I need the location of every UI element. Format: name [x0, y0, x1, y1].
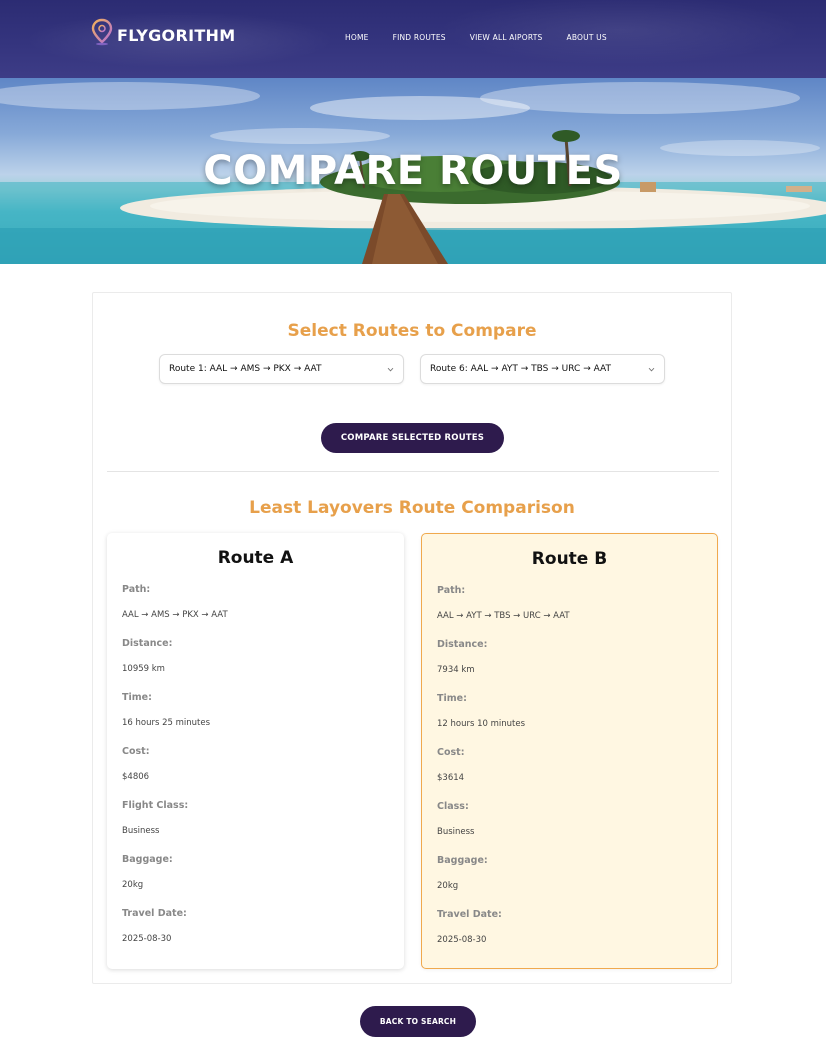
field-label: Travel Date: — [122, 908, 187, 919]
section-divider — [107, 471, 719, 472]
route-a-distance: Distance: 10959 km — [122, 638, 172, 674]
route-a-flight-class: Flight Class: Business — [122, 800, 188, 836]
field-label: Time: — [437, 693, 467, 704]
route-b-class: Class: Business — [437, 801, 474, 837]
route-a-cost: Cost: $4806 — [122, 746, 150, 782]
route-select-a[interactable]: Route 1: AAL → AMS → PKX → AAT — [159, 354, 404, 384]
field-label: Time: — [122, 692, 152, 703]
route-b-card: Route B Path: AAL → AYT → TBS → URC → AA… — [421, 533, 718, 969]
field-value: 10959 km — [122, 664, 165, 674]
route-select-b-value: Route 6: AAL → AYT → TBS → URC → AAT — [430, 364, 611, 374]
map-pin-icon — [91, 18, 113, 46]
field-value: AAL → AMS → PKX → AAT — [122, 610, 228, 620]
comparison-heading: Least Layovers Route Comparison — [249, 498, 575, 518]
route-b-time: Time: 12 hours 10 minutes — [437, 693, 525, 729]
route-b-baggage: Baggage: 20kg — [437, 855, 488, 891]
brand-logo[interactable]: FLYGORITHM — [91, 18, 235, 46]
route-a-heading: Route A — [217, 548, 294, 568]
field-value: $3614 — [437, 773, 465, 783]
field-value: 20kg — [122, 880, 144, 890]
compare-panel: Select Routes to Compare Route 1: AAL → … — [92, 292, 732, 984]
back-to-search-button[interactable]: BACK TO SEARCH — [360, 1006, 476, 1037]
field-label: Cost: — [122, 746, 150, 757]
field-label: Path: — [437, 585, 466, 596]
route-a-path: Path: AAL → AMS → PKX → AAT — [122, 584, 228, 620]
nav-find-routes-link[interactable]: FIND ROUTES — [393, 33, 446, 42]
chevron-down-icon — [387, 367, 394, 372]
route-select-a-value: Route 1: AAL → AMS → PKX → AAT — [169, 364, 322, 374]
route-a-card: Route A Path: AAL → AMS → PKX → AAT Dist… — [107, 533, 404, 969]
route-a-travel-date: Travel Date: 2025-08-30 — [122, 908, 187, 944]
field-label: Distance: — [122, 638, 173, 649]
field-label: Baggage: — [437, 855, 488, 866]
route-a-time: Time: 16 hours 25 minutes — [122, 692, 210, 728]
route-b-travel-date: Travel Date: 2025-08-30 — [437, 909, 502, 945]
nav-home-link[interactable]: HOME — [345, 33, 369, 42]
chevron-down-icon — [648, 367, 655, 372]
field-label: Flight Class: — [122, 800, 189, 811]
field-value: 7934 km — [437, 665, 475, 675]
brand-name: FLYGORITHM — [117, 25, 236, 45]
route-a-baggage: Baggage: 20kg — [122, 854, 173, 890]
main-menu: HOME FIND ROUTES VIEW ALL AIPORTS ABOUT … — [345, 33, 631, 42]
field-value: 16 hours 25 minutes — [122, 718, 211, 728]
field-value: $4806 — [122, 772, 150, 782]
field-value: Business — [437, 827, 475, 837]
select-routes-heading: Select Routes to Compare — [287, 321, 537, 341]
field-value: 2025-08-30 — [122, 934, 172, 944]
field-label: Baggage: — [122, 854, 173, 865]
route-b-path: Path: AAL → AYT → TBS → URC → AAT — [437, 585, 570, 621]
field-label: Travel Date: — [437, 909, 502, 920]
field-value: 20kg — [437, 881, 459, 891]
field-label: Distance: — [437, 639, 488, 650]
field-value: 12 hours 10 minutes — [437, 719, 526, 729]
field-value: AAL → AYT → TBS → URC → AAT — [437, 611, 570, 621]
field-label: Path: — [122, 584, 151, 595]
top-navbar: FLYGORITHM HOME FIND ROUTES VIEW ALL AIP… — [0, 0, 826, 78]
route-b-heading: Route B — [531, 549, 608, 569]
field-label: Class: — [437, 801, 469, 812]
field-label: Cost: — [437, 747, 465, 758]
field-value: Business — [122, 826, 160, 836]
route-select-b[interactable]: Route 6: AAL → AYT → TBS → URC → AAT — [420, 354, 665, 384]
route-b-cost: Cost: $3614 — [437, 747, 465, 783]
nav-view-airports-link[interactable]: VIEW ALL AIPORTS — [470, 33, 543, 42]
nav-about-us-link[interactable]: ABOUT US — [566, 33, 606, 42]
page-title: COMPARE ROUTES — [203, 148, 623, 194]
hero-banner: COMPARE ROUTES — [0, 78, 826, 264]
route-b-distance: Distance: 7934 km — [437, 639, 487, 675]
field-value: 2025-08-30 — [437, 935, 487, 945]
compare-selected-routes-button[interactable]: COMPARE SELECTED ROUTES — [321, 423, 504, 453]
